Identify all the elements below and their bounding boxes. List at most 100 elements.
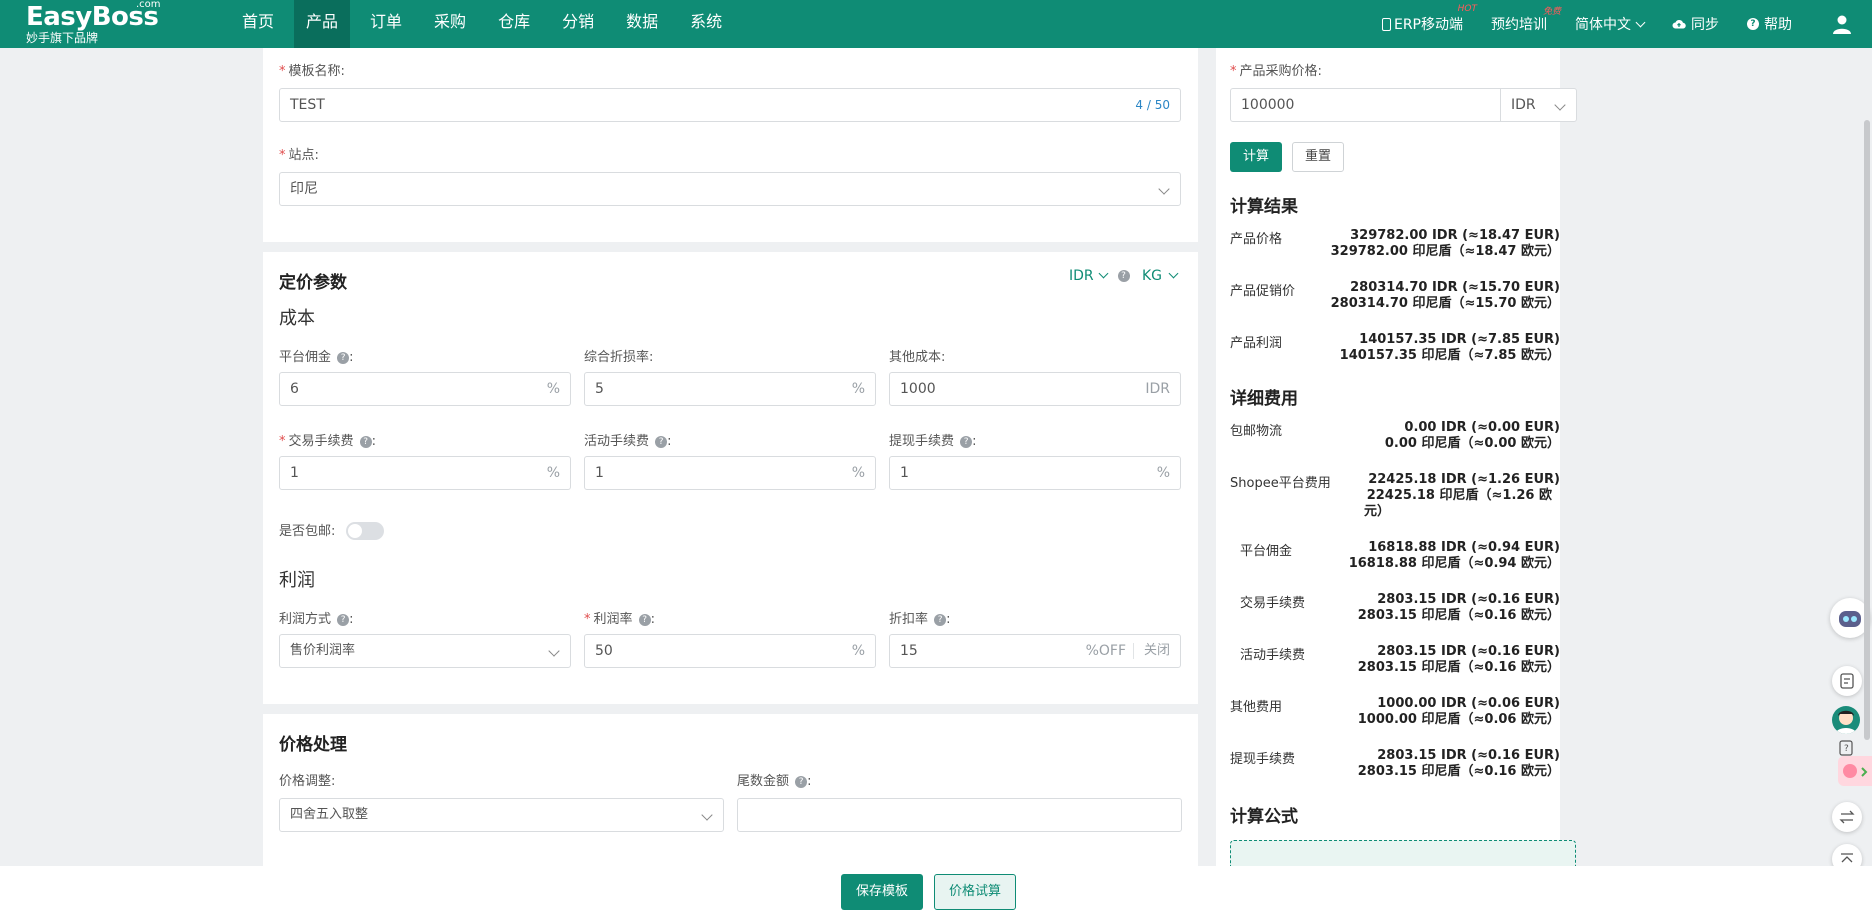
result-label: 产品利润 xyxy=(1230,336,1283,351)
price-adjust-value: 四舍五入取整 xyxy=(290,807,369,822)
question-icon[interactable]: ? xyxy=(934,613,947,626)
other-cost-value: 1000 xyxy=(900,381,936,397)
chevron-down-icon xyxy=(701,809,713,821)
promo-float-icon[interactable] xyxy=(1838,756,1872,786)
bottom-action-bar: 保存模板 价格试算 xyxy=(0,866,1872,912)
transfer-icon[interactable] xyxy=(1832,802,1862,832)
page-scrollbar[interactable] xyxy=(1864,120,1870,740)
erp-mobile-label: ERP移动端 xyxy=(1393,17,1463,33)
question-icon[interactable]: ? xyxy=(638,613,651,626)
discount-input[interactable]: 15 %OFF 关闭 xyxy=(889,634,1181,668)
detail-value: 2803.15 IDR (≈0.16 EUR) 2803.15 印尼盾（≈0.16… xyxy=(1357,592,1560,623)
withdraw-fee-value: 1 xyxy=(900,465,909,481)
percent-suffix: % xyxy=(851,643,865,659)
training-link[interactable]: 预约培训 免费 xyxy=(1491,7,1561,34)
save-template-button[interactable]: 保存模板 xyxy=(841,874,923,910)
purchase-currency-value: IDR xyxy=(1511,97,1536,113)
nav-data[interactable]: 数据 xyxy=(614,0,670,48)
loss-input[interactable]: 5 % xyxy=(584,372,876,406)
result-label: 产品价格 xyxy=(1230,232,1283,247)
profit-method-select[interactable]: 售价利润率 xyxy=(279,634,571,668)
reset-button[interactable]: 重置 xyxy=(1292,142,1344,172)
site-select[interactable]: 印尼 xyxy=(279,172,1181,206)
chevron-down-icon xyxy=(548,645,560,657)
freeship-toggle[interactable] xyxy=(346,522,384,540)
site-label: * 站点: xyxy=(279,148,319,163)
sync-button[interactable]: 同步 xyxy=(1672,14,1719,34)
profit-subtitle: 利润 xyxy=(279,570,315,591)
user-avatar[interactable] xyxy=(1832,14,1852,34)
language-select[interactable]: 简体中文 xyxy=(1575,14,1646,34)
detail-label: 平台佣金 xyxy=(1240,544,1293,559)
formula-title: 计算公式 xyxy=(1230,807,1298,827)
weight-unit-select[interactable]: KG xyxy=(1142,268,1179,284)
result-title: 计算结果 xyxy=(1230,197,1298,217)
profit-rate-value: 50 xyxy=(595,643,613,659)
purchase-price-label: * 产品采购价格: xyxy=(1230,64,1322,79)
logo[interactable]: .com EasyBoss 妙手旗下品牌 xyxy=(26,0,166,46)
question-icon[interactable]: ? xyxy=(337,351,350,364)
site-value: 印尼 xyxy=(290,181,318,197)
percent-suffix: % xyxy=(546,381,560,397)
user-icon xyxy=(1833,15,1851,34)
txn-fee-input[interactable]: 1 % xyxy=(279,456,571,490)
help-button[interactable]: ? 帮助 xyxy=(1747,14,1792,34)
customer-service-avatar[interactable] xyxy=(1832,706,1860,734)
calculate-button[interactable]: 计算 xyxy=(1230,142,1282,172)
currency-select[interactable]: IDR ? xyxy=(1069,268,1130,284)
other-cost-input[interactable]: 1000 IDR xyxy=(889,372,1181,406)
chevron-down-icon xyxy=(1158,183,1170,195)
detail-value: 16818.88 IDR (≈0.94 EUR) 16818.88 印尼盾（≈0.… xyxy=(1348,540,1560,571)
hot-badge: HOT xyxy=(1457,4,1477,14)
commission-input[interactable]: 6 % xyxy=(279,372,571,406)
nav-home[interactable]: 首页 xyxy=(230,0,286,48)
question-icon[interactable]: ? xyxy=(655,435,668,448)
percent-suffix: % xyxy=(1156,465,1170,481)
free-badge: 免费 xyxy=(1542,7,1561,17)
pricing-title: 定价参数 xyxy=(279,273,347,293)
discount-value: 15 xyxy=(900,643,918,659)
notes-icon[interactable] xyxy=(1832,666,1862,696)
erp-mobile-link[interactable]: ERP移动端 HOT xyxy=(1381,4,1477,34)
nav-distribution[interactable]: 分销 xyxy=(550,0,606,48)
detail-label: 交易手续费 xyxy=(1240,596,1306,611)
result-value: 329782.00 IDR (≈18.47 EUR) 329782.00 印尼盾（… xyxy=(1330,228,1560,259)
purchase-price-input[interactable]: 100000 xyxy=(1230,88,1504,122)
detail-label: 活动手续费 xyxy=(1240,648,1306,663)
percent-suffix: % xyxy=(851,381,865,397)
price-adjust-select[interactable]: 四舍五入取整 xyxy=(279,798,724,832)
nav-warehouse[interactable]: 仓库 xyxy=(486,0,542,48)
commission-value: 6 xyxy=(290,381,299,397)
nav-system[interactable]: 系统 xyxy=(678,0,734,48)
sync-label: 同步 xyxy=(1691,17,1719,33)
detail-title: 详细费用 xyxy=(1230,389,1298,409)
currency-value: IDR xyxy=(1069,268,1094,284)
question-icon[interactable]: ? xyxy=(960,435,973,448)
price-trial-button[interactable]: 价格试算 xyxy=(934,874,1016,910)
idr-suffix: IDR xyxy=(1145,381,1170,397)
question-icon[interactable]: ? xyxy=(337,613,350,626)
discount-off-toggle[interactable]: 关闭 xyxy=(1144,635,1170,667)
chevron-down-icon xyxy=(1098,268,1109,279)
nav-product[interactable]: 产品 xyxy=(294,0,351,48)
activity-fee-input[interactable]: 1 % xyxy=(584,456,876,490)
withdraw-fee-label: 提现手续费 ?: xyxy=(889,434,977,449)
price-adjust-label: 价格调整: xyxy=(279,774,336,789)
detail-value: 22425.18 IDR (≈1.26 EUR) 22425.18 印尼盾（≈1.… xyxy=(1364,472,1560,519)
profit-method-label: 利润方式 ?: xyxy=(279,612,354,627)
profit-rate-input[interactable]: 50 % xyxy=(584,634,876,668)
nav-orders[interactable]: 订单 xyxy=(358,0,414,48)
question-icon[interactable]: ? xyxy=(1117,270,1130,282)
tail-amount-input[interactable] xyxy=(737,798,1182,832)
detail-label: 提现手续费 xyxy=(1230,752,1296,767)
question-icon[interactable]: ? xyxy=(795,775,808,788)
nav-purchase[interactable]: 采购 xyxy=(422,0,478,48)
purchase-currency-select[interactable]: IDR xyxy=(1500,88,1577,122)
txn-fee-label: * 交易手续费 ?: xyxy=(279,434,377,449)
template-name-input[interactable]: TEST 4 / 50 xyxy=(279,88,1181,122)
cloud-upload-icon xyxy=(1672,20,1686,29)
question-icon[interactable]: ? xyxy=(359,435,372,448)
freeship-label: 是否包邮: xyxy=(279,524,336,539)
withdraw-fee-input[interactable]: 1 % xyxy=(889,456,1181,490)
chevron-down-icon xyxy=(1554,99,1566,111)
